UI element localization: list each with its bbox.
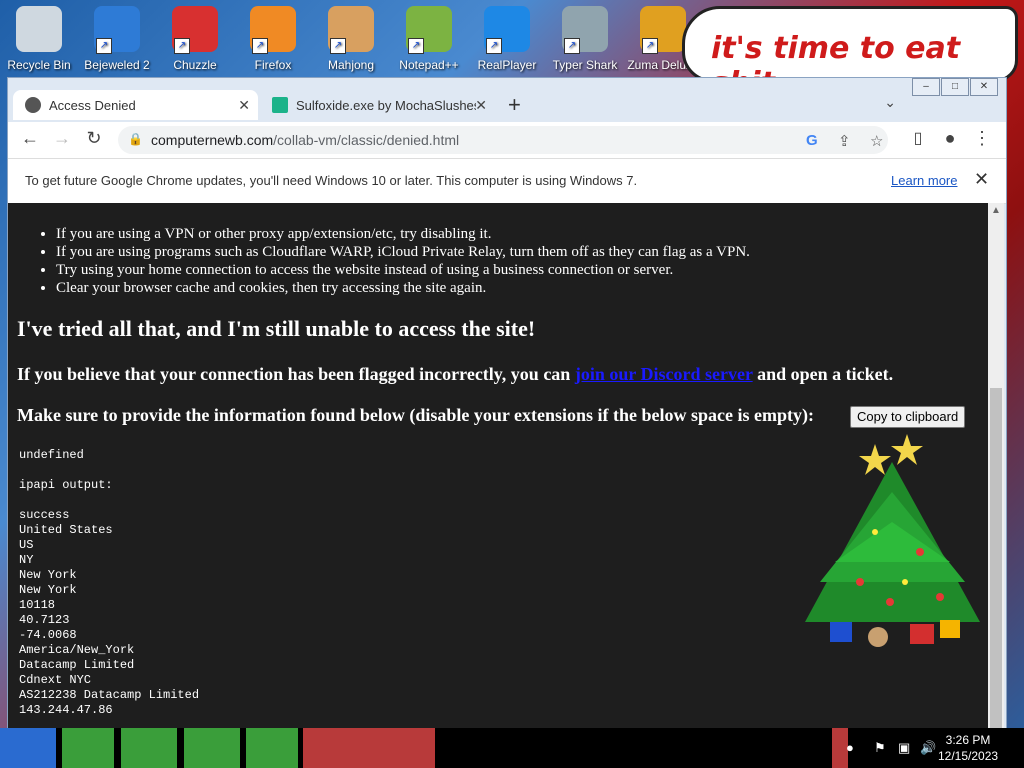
desktop-icon-label: Recycle Bin [7, 58, 71, 72]
tab-sulfoxide[interactable]: Sulfoxide.exe by MochaSlushes o ✕ [260, 90, 495, 120]
tray-volume-icon[interactable]: 🔊 [920, 740, 936, 756]
url-text: computernewb.com/collab-vm/classic/denie… [151, 132, 460, 148]
tab-title: Access Denied [49, 97, 136, 113]
app-icon: ↗ [484, 6, 530, 54]
shortcut-arrow-icon: ↗ [408, 38, 424, 54]
learn-more-link[interactable]: Learn more [891, 173, 957, 188]
tab-strip: Access Denied ✕ Sulfoxide.exe by MochaSl… [8, 88, 1006, 122]
tips-list: If you are using a VPN or other proxy ap… [8, 225, 750, 297]
list-item: If you are using programs such as Cloudf… [56, 243, 750, 261]
app-icon: ↗ [640, 6, 686, 54]
taskbar-explorer-icon[interactable] [121, 728, 177, 768]
list-item: If you are using a VPN or other proxy ap… [56, 225, 750, 243]
desktop-icon-chuzzle[interactable]: ↗ Chuzzle [156, 6, 234, 72]
list-item: Try using your home connection to access… [56, 261, 750, 279]
toolbar: ← → ↻ 🔒 computernewb.com/collab-vm/class… [8, 122, 1006, 158]
desktop-icon-label: Chuzzle [173, 58, 217, 72]
lock-icon[interactable]: 🔒 [128, 132, 143, 146]
itchio-favicon-icon [272, 97, 288, 113]
shortcut-arrow-icon: ↗ [564, 38, 580, 54]
app-icon: ↗ [406, 6, 452, 54]
desktop-icon-realplayer[interactable]: ↗ RealPlayer [468, 6, 546, 72]
back-button[interactable]: ← [18, 128, 42, 149]
taskbar-clock[interactable]: 3:26 PM 12/15/2023 [938, 732, 998, 764]
tab-access-denied[interactable]: Access Denied ✕ [13, 90, 258, 120]
flag-paragraph: If you believe that your connection has … [17, 364, 894, 384]
tab-title: Sulfoxide.exe by MochaSlushes o [296, 97, 476, 113]
profile-avatar-icon[interactable]: ● [938, 128, 962, 149]
taskbar-network-icon[interactable] [246, 728, 298, 768]
desktop-icon-notepad[interactable]: ↗ Notepad++ [390, 6, 468, 72]
address-bar[interactable]: 🔒 computernewb.com/collab-vm/classic/den… [118, 126, 888, 154]
app-icon: ↗ [94, 6, 140, 54]
bookmark-star-icon[interactable]: ☆ [870, 132, 883, 150]
reload-button[interactable]: ↻ [82, 128, 106, 149]
page-heading: I've tried all that, and I'm still unabl… [17, 316, 536, 341]
taskbar-firefox-icon[interactable] [62, 728, 114, 768]
tab-close-icon[interactable]: ✕ [238, 97, 250, 114]
desktop-icon-mahjong[interactable]: ↗ Mahjong [312, 6, 390, 72]
desktop-icon-recycle-bin[interactable]: Recycle Bin [0, 6, 78, 72]
app-icon: ↗ [562, 6, 608, 54]
scroll-up-icon[interactable]: ▲ [991, 205, 1001, 216]
desktop-icon-label: Typer Shark [552, 58, 618, 72]
tray-network-icon[interactable]: ▣ [898, 740, 910, 756]
new-tab-button[interactable]: + [508, 92, 521, 118]
christmas-tree-decoration [805, 434, 980, 647]
start-button[interactable] [0, 728, 56, 768]
shortcut-arrow-icon: ↗ [642, 38, 658, 54]
tab-search-chevron-icon[interactable]: ⌄ [884, 94, 896, 111]
share-icon[interactable]: ⇪ [838, 132, 851, 150]
tray-flag-icon[interactable]: ⚑ [874, 740, 886, 756]
taskbar-app-button[interactable] [303, 728, 435, 768]
page-favicon-icon [25, 97, 41, 113]
infobar-message: To get future Google Chrome updates, you… [25, 173, 638, 188]
taskbar-chrome-icon[interactable] [184, 728, 240, 768]
discord-link[interactable]: join our Discord server [575, 364, 753, 384]
forward-button[interactable]: → [50, 128, 74, 149]
app-icon [16, 6, 62, 52]
desktop-banner: it's time to eat shit [682, 6, 1018, 101]
menu-kebab-icon[interactable]: ⋮ [970, 128, 994, 149]
update-infobar: To get future Google Chrome updates, you… [8, 158, 1006, 204]
copy-to-clipboard-button[interactable]: Copy to clipboard [850, 406, 966, 428]
desktop-icon-label: RealPlayer [477, 58, 537, 72]
close-icon[interactable]: ✕ [974, 169, 989, 190]
shortcut-arrow-icon: ↗ [252, 38, 268, 54]
shortcut-arrow-icon: ↗ [174, 38, 190, 54]
desktop-icon-label: Mahjong [327, 58, 375, 72]
list-item: Clear your browser cache and cookies, th… [56, 279, 750, 297]
desktop-icon-typer-shark[interactable]: ↗ Typer Shark [546, 6, 624, 72]
app-icon: ↗ [328, 6, 374, 54]
desktop-icon-firefox[interactable]: ↗ Firefox [234, 6, 312, 72]
google-lens-icon[interactable]: G [806, 132, 818, 149]
desktop-icon-label: Notepad++ [399, 58, 459, 72]
desktop-icon-label: Bejeweled 2 [84, 58, 150, 72]
app-icon: ↗ [172, 6, 218, 54]
provide-info-text: Make sure to provide the information fou… [17, 405, 815, 425]
desktop-icon-bejeweled-2[interactable]: ↗ Bejeweled 2 [78, 6, 156, 72]
side-panel-icon[interactable]: ▯ [906, 128, 930, 148]
tray-dot-icon[interactable]: ● [846, 740, 854, 755]
clock-date: 12/15/2023 [938, 749, 999, 763]
shortcut-arrow-icon: ↗ [96, 38, 112, 54]
desktop-icon-label: Firefox [254, 58, 292, 72]
app-icon: ↗ [250, 6, 296, 54]
tab-close-icon[interactable]: ✕ [475, 97, 487, 114]
taskbar: ● ⚑ ▣ 🔊 3:26 PM 12/15/2023 [0, 728, 1024, 768]
info-block: undefined ipapi output: success United S… [19, 448, 200, 717]
shortcut-arrow-icon: ↗ [330, 38, 346, 54]
shortcut-arrow-icon: ↗ [486, 38, 502, 54]
clock-time: 3:26 PM [945, 733, 991, 747]
